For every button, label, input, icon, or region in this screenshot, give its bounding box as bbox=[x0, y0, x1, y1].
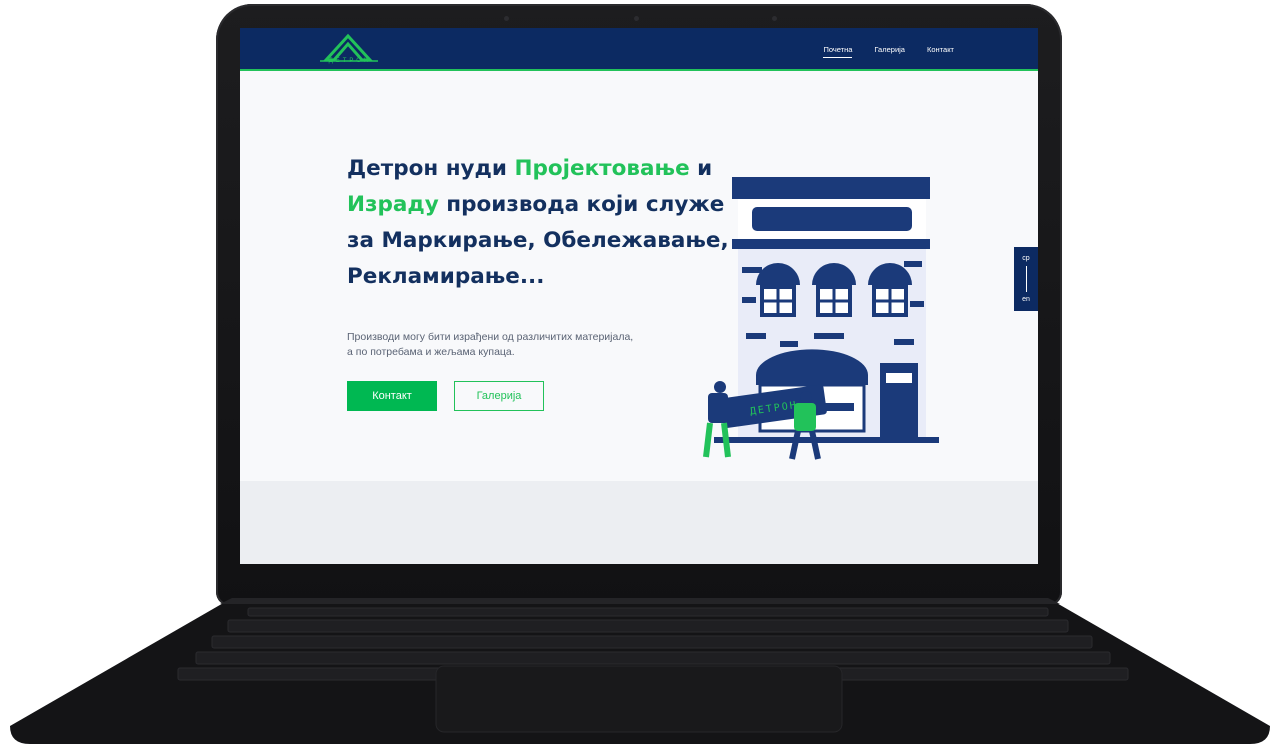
keyboard-deck bbox=[10, 598, 1270, 744]
contact-button[interactable]: Контакт bbox=[347, 381, 437, 411]
nav-links: Почетна Галерија Контакт bbox=[823, 45, 954, 58]
nav-link-gallery[interactable]: Галерија bbox=[874, 45, 905, 58]
language-toggle[interactable]: ср en bbox=[1014, 247, 1038, 311]
camera-dot bbox=[504, 16, 509, 21]
laptop-base bbox=[0, 598, 1280, 748]
next-section bbox=[240, 481, 1038, 564]
headline-text: Детрон нуди bbox=[347, 156, 515, 181]
nav-link-home[interactable]: Почетна bbox=[823, 45, 853, 58]
hero-section: Детрон нуди Пројектовање и Израду произв… bbox=[240, 71, 1038, 481]
logo-wordmark: ДЕТРОН bbox=[328, 58, 372, 64]
webcam-icon bbox=[634, 16, 639, 21]
laptop-screen: ДЕТРОН Почетна Галерија Контакт Детрон н… bbox=[240, 28, 1038, 564]
camera-dot bbox=[772, 16, 777, 21]
lang-divider bbox=[1025, 266, 1027, 292]
top-navbar: ДЕТРОН Почетна Галерија Контакт bbox=[240, 28, 1038, 71]
nav-link-contact[interactable]: Контакт bbox=[927, 45, 954, 58]
lang-option-sr[interactable]: ср bbox=[1022, 255, 1029, 262]
hero-headline: Детрон нуди Пројектовање и Израду произв… bbox=[347, 151, 737, 295]
headline-highlight-design: Пројектовање bbox=[514, 156, 690, 181]
storefront-illustration: ДЕТРОН bbox=[703, 177, 939, 460]
hero-subtext: Производи могу бити израђени од различит… bbox=[347, 331, 634, 358]
lang-option-en[interactable]: en bbox=[1022, 296, 1030, 303]
headline-highlight-production: Израду bbox=[347, 192, 439, 217]
gallery-button[interactable]: Галерија bbox=[454, 381, 544, 411]
